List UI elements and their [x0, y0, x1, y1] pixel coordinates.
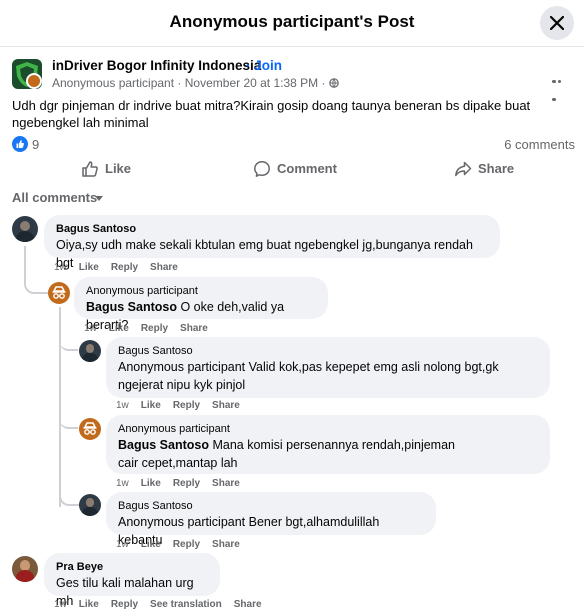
- see-translation-button[interactable]: See translation: [150, 599, 222, 610]
- comment-actions: 1w Like Reply Share: [54, 262, 190, 273]
- comment-like-button[interactable]: Like: [141, 539, 161, 550]
- comment-author[interactable]: Pra Beye: [56, 560, 208, 574]
- dialog-title: Anonymous participant's Post: [169, 12, 415, 31]
- chevron-down-icon[interactable]: [95, 196, 103, 201]
- comment-time[interactable]: 1w: [54, 599, 67, 610]
- comment-time[interactable]: 1w: [84, 323, 97, 334]
- comment-actions: 1w Like Reply Share: [84, 323, 220, 334]
- thread-line: [59, 492, 80, 506]
- like-label: Like: [105, 161, 132, 176]
- comment-reply-button[interactable]: Reply: [173, 478, 200, 489]
- comment-reply-button[interactable]: Reply: [141, 323, 168, 334]
- post-meta: Anonymous participant · November 20 at 1…: [52, 76, 339, 90]
- comment-share-button[interactable]: Share: [150, 262, 178, 273]
- like-button[interactable]: Like: [81, 160, 141, 178]
- mention-link[interactable]: Anonymous participant: [118, 360, 245, 374]
- comment-button[interactable]: Comment: [253, 160, 343, 178]
- comment-actions: 1w Like Reply Share: [116, 539, 252, 550]
- post-text: Udh dgr pinjeman dr indrive buat mitra?K…: [12, 98, 531, 130]
- like-reaction-icon[interactable]: [12, 136, 28, 152]
- comment-actions: 1w Like Reply Share: [116, 478, 252, 489]
- comment-bubble: Bagus Santoso Anonymous participant Bene…: [106, 492, 436, 547]
- comment-bubble-icon: [254, 161, 270, 177]
- more-dots-icon: [552, 79, 556, 83]
- thumbs-up-icon: [82, 161, 98, 177]
- join-group-link[interactable]: · Join: [246, 58, 282, 73]
- close-button[interactable]: [540, 6, 574, 40]
- comment-time[interactable]: 1w: [116, 400, 129, 411]
- comment-author[interactable]: Bagus Santoso: [56, 222, 488, 236]
- anonymous-icon: [52, 286, 66, 299]
- comment-share-button[interactable]: Share: [234, 599, 262, 610]
- comment-time[interactable]: 1w: [116, 539, 129, 550]
- comment-share-button[interactable]: Share: [212, 400, 240, 411]
- avatar[interactable]: [79, 494, 101, 516]
- group-avatar[interactable]: [12, 59, 42, 89]
- comment-like-button[interactable]: Like: [109, 323, 129, 334]
- share-label: Share: [478, 161, 515, 176]
- comment-bubble: Bagus Santoso Oiya,sy udh make sekali kb…: [44, 215, 500, 270]
- comment-label: Comment: [277, 161, 337, 176]
- more-options-button[interactable]: [552, 70, 568, 101]
- comment-reply-button[interactable]: Reply: [173, 400, 200, 411]
- globe-icon: [329, 78, 339, 88]
- thread-line: [59, 415, 78, 429]
- comment-author[interactable]: Anonymous participant: [118, 422, 538, 436]
- thread-line: [59, 337, 78, 351]
- share-arrow-icon: [455, 161, 472, 177]
- comment-author[interactable]: Bagus Santoso: [118, 499, 424, 513]
- share-button[interactable]: Share: [454, 160, 524, 178]
- avatar[interactable]: [79, 418, 101, 440]
- dialog-header: Anonymous participant's Post: [0, 0, 584, 47]
- comment-author[interactable]: Anonymous participant: [86, 284, 316, 298]
- comment-like-button[interactable]: Like: [79, 262, 99, 273]
- comment-reply-button[interactable]: Reply: [111, 262, 138, 273]
- comment-like-button[interactable]: Like: [79, 599, 99, 610]
- comment-share-button[interactable]: Share: [212, 539, 240, 550]
- thread-line: [24, 246, 48, 294]
- comment-bubble: Anonymous participant Bagus Santoso O ok…: [74, 277, 328, 332]
- avatar[interactable]: [12, 216, 38, 242]
- comment-actions: 1w Like Reply See translation Share: [54, 599, 274, 610]
- close-icon: [550, 16, 564, 30]
- avatar[interactable]: [48, 282, 70, 304]
- anonymous-icon: [83, 422, 97, 435]
- avatar[interactable]: [12, 556, 38, 582]
- reaction-count[interactable]: 9: [32, 137, 39, 152]
- anonymous-badge-icon: [26, 73, 42, 89]
- comment-reply-button[interactable]: Reply: [111, 599, 138, 610]
- comment-like-button[interactable]: Like: [141, 400, 161, 411]
- comment-like-button[interactable]: Like: [141, 478, 161, 489]
- mention-link[interactable]: Bagus Santoso: [86, 300, 177, 314]
- comment-share-button[interactable]: Share: [180, 323, 208, 334]
- comment-reply-button[interactable]: Reply: [173, 539, 200, 550]
- comment-sort-dropdown[interactable]: All comments: [12, 190, 97, 205]
- comment-author[interactable]: Bagus Santoso: [118, 344, 538, 358]
- comment-count[interactable]: 6 comments: [504, 137, 575, 152]
- post-author[interactable]: Anonymous participant: [52, 76, 174, 90]
- mention-link[interactable]: Anonymous participant: [118, 515, 245, 529]
- mention-link[interactable]: Bagus Santoso: [118, 438, 209, 452]
- comment-time[interactable]: 1w: [116, 478, 129, 489]
- avatar[interactable]: [79, 340, 101, 362]
- group-name-link[interactable]: inDriver Bogor Infinity Indonesia: [52, 58, 261, 73]
- comment-time[interactable]: 1w: [54, 262, 67, 273]
- comment-share-button[interactable]: Share: [212, 478, 240, 489]
- post-time[interactable]: November 20 at 1:38 PM: [185, 76, 318, 90]
- comment-bubble: Anonymous participant Bagus Santoso Mana…: [106, 415, 550, 474]
- comment-bubble: Pra Beye Ges tilu kali malahan urg mh: [44, 553, 220, 608]
- comment-bubble: Bagus Santoso Anonymous participant Vali…: [106, 337, 550, 398]
- comment-actions: 1w Like Reply Share: [116, 400, 252, 411]
